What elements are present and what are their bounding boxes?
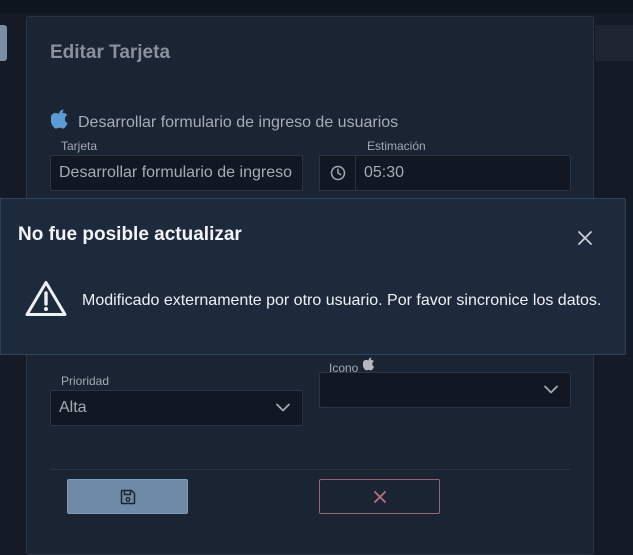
error-alert: No fue posible actualizar Modificado ext… xyxy=(0,198,626,355)
x-icon xyxy=(373,490,386,503)
clock-icon xyxy=(330,165,346,181)
side-tab[interactable] xyxy=(0,25,7,61)
apple-icon xyxy=(51,109,68,129)
top-bar xyxy=(0,0,633,13)
warning-icon xyxy=(25,281,67,316)
prioridad-value: Alta xyxy=(59,399,87,416)
tarjeta-label: Tarjeta xyxy=(61,139,98,153)
close-icon[interactable] xyxy=(576,229,594,247)
save-button[interactable] xyxy=(67,479,188,514)
chevron-down-icon xyxy=(276,403,290,412)
apple-icon xyxy=(363,357,375,371)
alert-title: No fue posible actualizar xyxy=(18,224,242,245)
alert-message: Modificado externamente por otro usuario… xyxy=(82,292,602,309)
floppy-disk-icon xyxy=(120,489,135,504)
prioridad-label: Prioridad xyxy=(61,374,110,388)
chevron-down-icon xyxy=(544,385,558,394)
estimacion-input[interactable]: 05:30 xyxy=(355,155,571,191)
cancel-button[interactable] xyxy=(319,479,440,514)
icono-select[interactable] xyxy=(319,372,571,408)
dialog-title: Editar Tarjeta xyxy=(50,42,171,63)
footer-divider xyxy=(50,469,570,470)
background-panel xyxy=(595,25,633,61)
clock-addon xyxy=(319,155,356,191)
card-subtitle: Desarrollar formulario de ingreso de usu… xyxy=(78,114,399,131)
prioridad-select[interactable]: Alta xyxy=(50,390,303,426)
tarjeta-input[interactable]: Desarrollar formulario de ingreso xyxy=(50,155,303,191)
estimacion-label: Estimación xyxy=(367,139,426,153)
